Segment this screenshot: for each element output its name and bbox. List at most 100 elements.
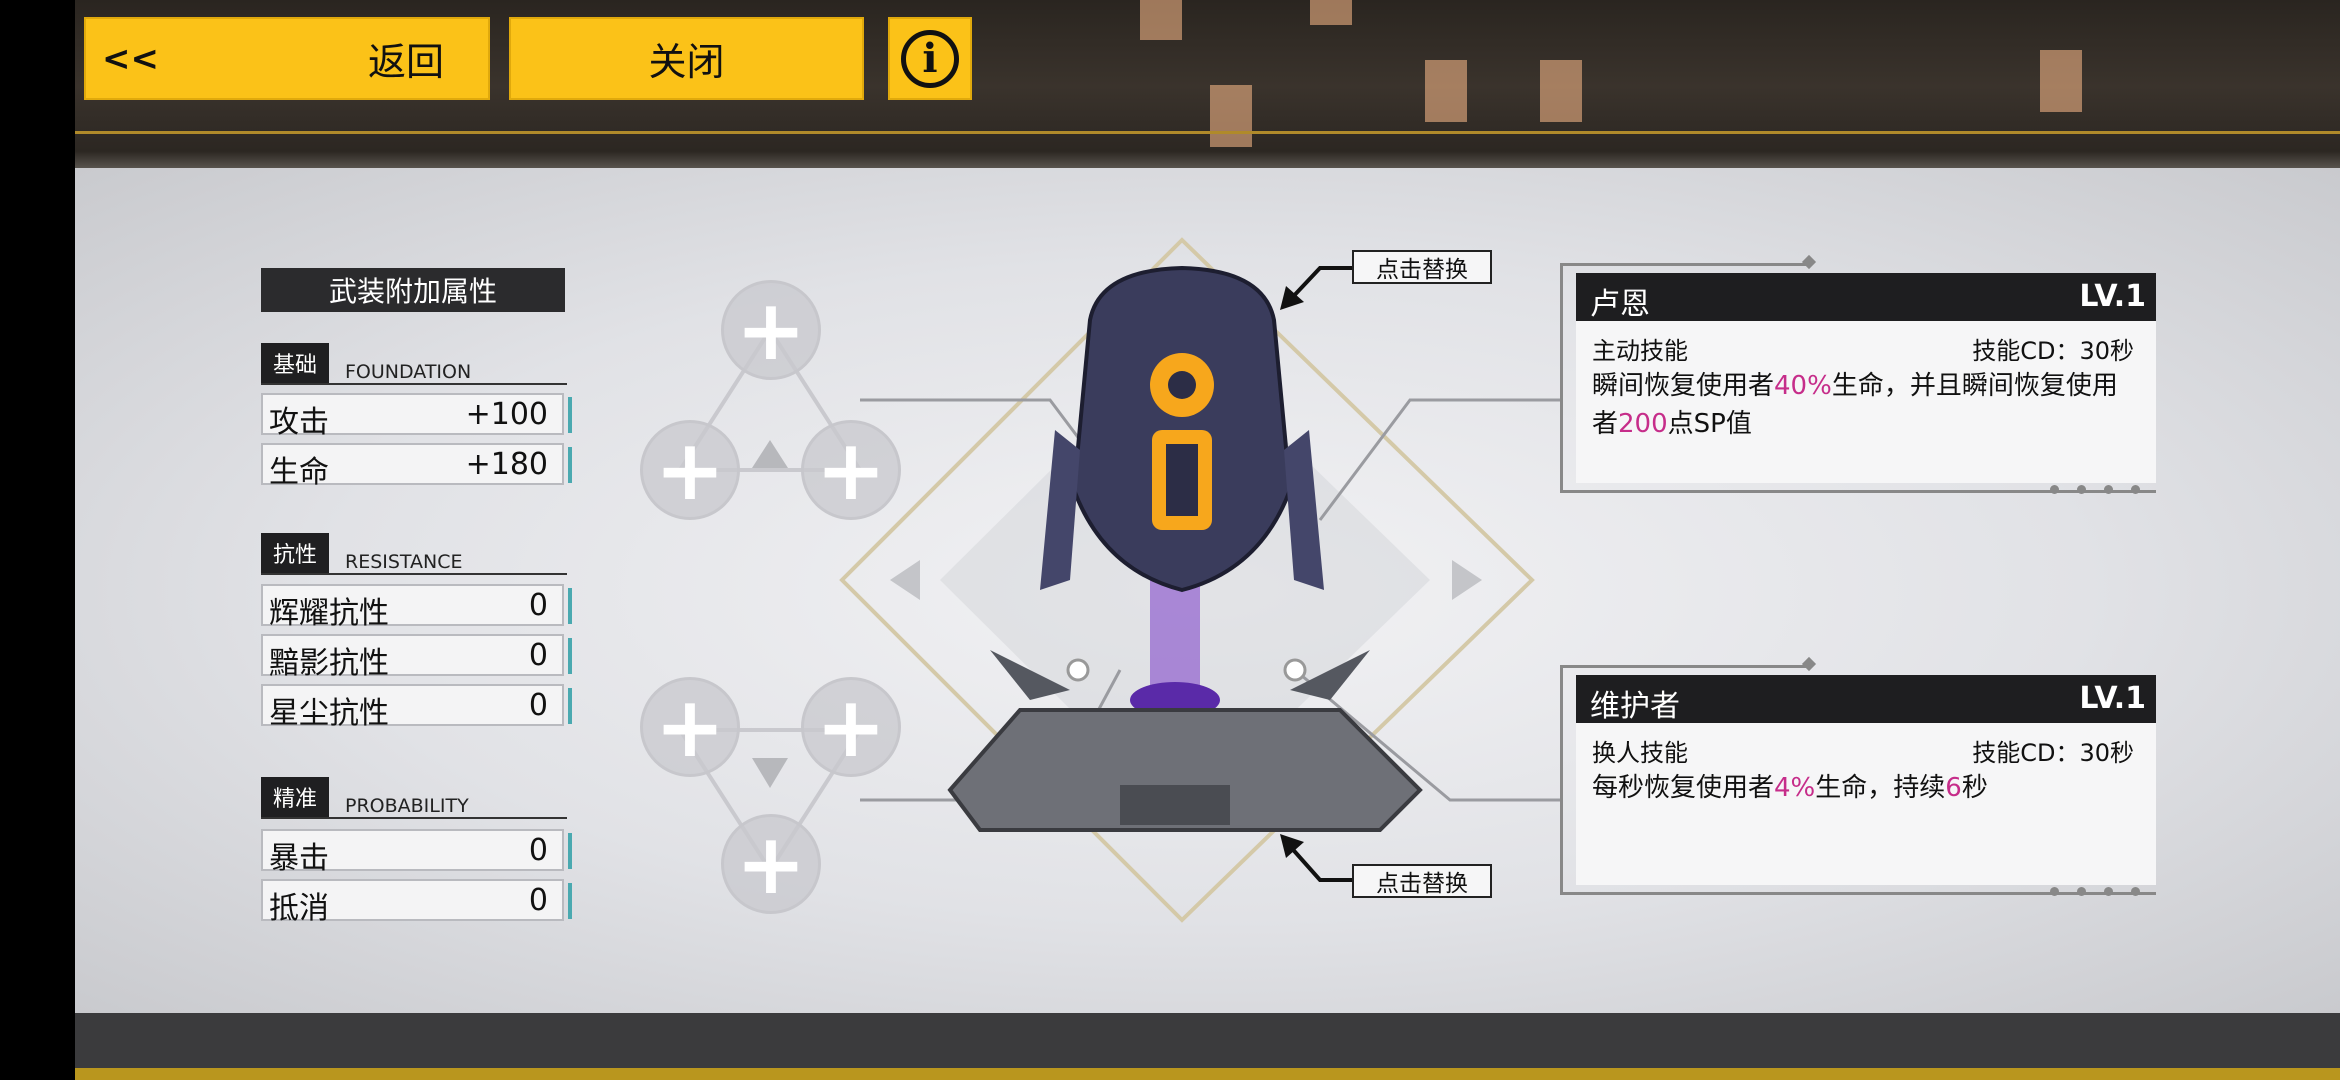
- stat-value: 0: [528, 833, 548, 868]
- skill-name: 维护者: [1590, 689, 1680, 724]
- stat-key: 星尘抗性: [269, 696, 389, 731]
- stat-indicator: [568, 397, 572, 433]
- desc-text: 每秒恢复使用者: [1592, 773, 1775, 803]
- stat-value: 0: [528, 588, 548, 623]
- bottom-bar: [75, 1013, 2340, 1068]
- card-top-line: [1560, 665, 1810, 668]
- stat-key: 黯影抗性: [269, 646, 389, 681]
- replace-bottom-button[interactable]: 点击替换: [1352, 864, 1492, 898]
- stat-row-hp: 生命 +180: [261, 443, 572, 490]
- slot-top-right[interactable]: +: [801, 420, 901, 520]
- card-header: 维护者 LV.1: [1576, 675, 2156, 724]
- window-light: [1210, 85, 1252, 147]
- desc-highlight: 4%: [1774, 773, 1816, 803]
- helmet-core-center: [1168, 371, 1196, 399]
- skill-level: LV.1: [2079, 681, 2146, 716]
- slot-bottom-right[interactable]: +: [801, 677, 901, 777]
- slot-top[interactable]: +: [721, 280, 821, 380]
- section-underline: [261, 383, 567, 385]
- stat-key: 辉耀抗性: [269, 596, 389, 631]
- stat-row-attack: 攻击 +100: [261, 393, 572, 440]
- skill-type: 主动技能: [1592, 337, 1688, 365]
- header-divider: [75, 131, 2340, 134]
- stat-key: 暴击: [269, 841, 329, 876]
- skill-card-active[interactable]: 卢恩 LV.1 主动技能 技能CD：30秒 瞬间恢复使用者40%生命，并且瞬间恢…: [1560, 254, 2156, 494]
- stat-indicator: [568, 688, 572, 724]
- info-icon: i: [901, 29, 959, 88]
- helmet-plate-inner: [1166, 444, 1198, 516]
- desc-highlight: 200: [1618, 409, 1668, 439]
- replace-top-button[interactable]: 点击替换: [1352, 250, 1492, 284]
- stats-title: 武装附加属性: [261, 268, 565, 312]
- desc-text: 生命，持续: [1815, 773, 1946, 803]
- window-light: [1310, 0, 1352, 25]
- section-tag: 抗性: [261, 533, 330, 573]
- section-resistance: 抗性 RESISTANCE: [261, 533, 567, 575]
- section-en-label: FOUNDATION: [345, 361, 472, 383]
- skill-description: 每秒恢复使用者4%生命，持续6秒: [1592, 769, 2140, 807]
- stat-key: 生命: [269, 455, 329, 490]
- helmet-body: [1071, 265, 1293, 593]
- skill-description: 瞬间恢复使用者40%生命，并且瞬间恢复使用者200点SP值: [1592, 367, 2140, 443]
- bottom-accent-line: [75, 1068, 2340, 1080]
- stat-value: 0: [528, 883, 548, 918]
- info-button[interactable]: i: [888, 17, 972, 100]
- stat-value: 0: [528, 688, 548, 723]
- stat-indicator: [568, 588, 572, 624]
- slot-bottom[interactable]: +: [721, 814, 821, 914]
- stat-row-shadow-res: 黯影抗性 0: [261, 634, 572, 681]
- section-underline: [261, 573, 567, 575]
- slot-bottom-left[interactable]: +: [640, 677, 740, 777]
- window-light: [1425, 60, 1467, 122]
- desc-text: 瞬间恢复使用者: [1592, 371, 1775, 401]
- back-label: 返回: [367, 40, 444, 84]
- stat-key: 抵消: [269, 891, 329, 926]
- up-arrow-icon: [752, 440, 788, 468]
- skill-level: LV.1: [2079, 279, 2146, 314]
- stat-value: +100: [465, 397, 548, 432]
- section-probability: 精准 PROBABILITY: [261, 777, 567, 819]
- callout-arrow-bottom: [1280, 834, 1355, 882]
- card-header: 卢恩 LV.1: [1576, 273, 2156, 322]
- stat-indicator: [568, 883, 572, 919]
- stat-indicator: [568, 447, 572, 483]
- close-label: 关闭: [648, 40, 725, 84]
- stat-row-radiance-res: 辉耀抗性 0: [261, 584, 572, 631]
- desc-highlight: 40%: [1774, 371, 1832, 401]
- card-top-line: [1560, 263, 1810, 266]
- desc-text: 点SP值: [1667, 409, 1752, 439]
- window-light: [1140, 0, 1182, 40]
- callout-arrow-top: [1280, 266, 1355, 310]
- stat-value: +180: [465, 447, 548, 482]
- section-en-label: RESISTANCE: [345, 551, 463, 573]
- section-en-label: PROBABILITY: [345, 795, 469, 817]
- connector-node: [1283, 658, 1307, 682]
- skill-card-switch[interactable]: 维护者 LV.1 换人技能 技能CD：30秒 每秒恢复使用者4%生命，持续6秒: [1560, 656, 2156, 896]
- close-button[interactable]: 关闭: [509, 17, 864, 100]
- card-dots: [2032, 479, 2140, 498]
- window-light: [1540, 60, 1582, 122]
- skill-cd: 技能CD：30秒: [1972, 739, 2134, 767]
- section-tag: 基础: [261, 343, 330, 383]
- desc-text: 秒: [1961, 773, 1988, 803]
- connector-node: [1066, 658, 1090, 682]
- stat-row-stardust-res: 星尘抗性 0: [261, 684, 572, 731]
- section-tag: 精准: [261, 777, 330, 817]
- stat-row-offset: 抵消 0: [261, 879, 572, 926]
- desc-highlight: 6: [1945, 773, 1962, 803]
- skill-cd: 技能CD：30秒: [1972, 337, 2134, 365]
- stat-indicator: [568, 833, 572, 869]
- stat-value: 0: [528, 638, 548, 673]
- skill-type: 换人技能: [1592, 739, 1688, 767]
- back-button[interactable]: << 返回: [84, 17, 490, 100]
- section-underline: [261, 817, 567, 819]
- stat-key: 攻击: [269, 405, 329, 440]
- right-arrow-deco: [1452, 560, 1482, 600]
- stat-row-crit: 暴击 0: [261, 829, 572, 876]
- window-light: [2040, 50, 2082, 112]
- stat-indicator: [568, 638, 572, 674]
- back-arrows-icon: <<: [102, 38, 159, 79]
- connector-line: [1318, 398, 1560, 521]
- slot-top-left[interactable]: +: [640, 420, 740, 520]
- skill-name: 卢恩: [1590, 287, 1650, 322]
